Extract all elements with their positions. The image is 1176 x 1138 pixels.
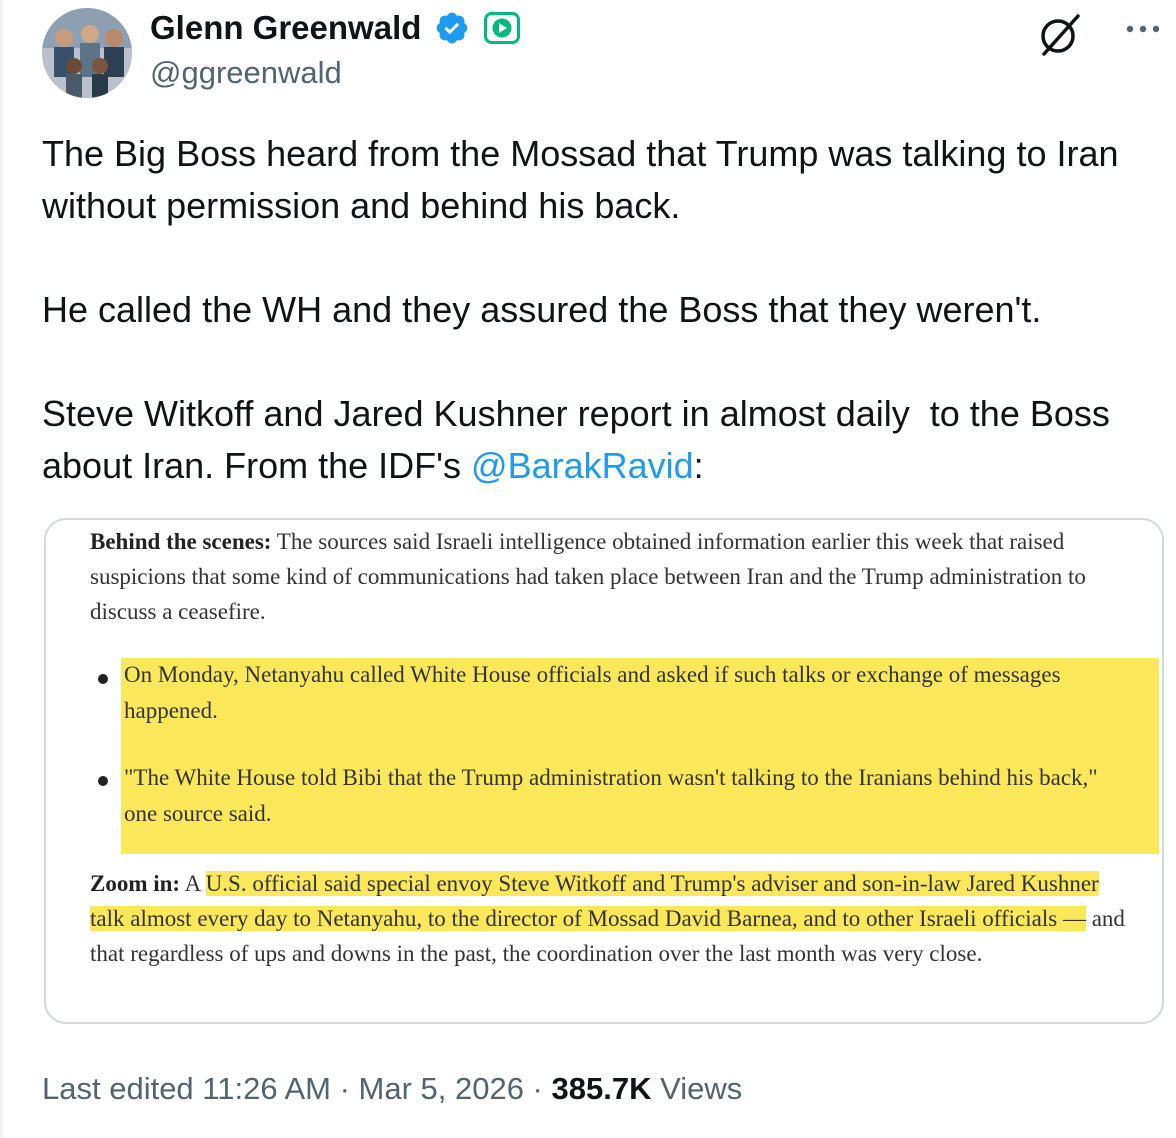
bullet-dot [98, 674, 108, 684]
tweet-paragraph-1: The Big Boss heard from the Mossad that … [42, 133, 1129, 226]
left-border [0, 0, 3, 1138]
verified-badge-icon[interactable] [434, 10, 470, 46]
author-name[interactable]: Glenn Greenwald [150, 8, 421, 48]
tweet-paragraph-2: He called the WH and they assured the Bo… [42, 289, 1042, 330]
tweet-text: The Big Boss heard from the Mossad that … [42, 128, 1152, 492]
lead-label: Behind the scenes: [90, 529, 272, 554]
views-label: Views [651, 1071, 743, 1106]
subscription-badge-icon[interactable] [484, 12, 520, 44]
author-handle[interactable]: @ggreenwald [150, 54, 342, 92]
zoom-prefix: A [180, 871, 206, 896]
edited-timestamp[interactable]: Last edited 11:26 AM · Mar 5, 2026 · [42, 1071, 552, 1106]
bullet-item-2: "The White House told Bibi that the Trum… [124, 765, 1098, 826]
zoom-label: Zoom in: [90, 871, 181, 896]
avatar[interactable] [42, 8, 132, 98]
more-icon[interactable] [1118, 14, 1168, 44]
zoom-paragraph: Zoom in: A U.S. official said special en… [90, 866, 1130, 971]
tweet-paragraph-3-suffix: : [693, 445, 704, 486]
zoom-highlighted-text: U.S. official said special envoy Steve W… [90, 871, 1099, 931]
views-count: 385.7K [551, 1071, 652, 1106]
tweet-metadata: Last edited 11:26 AM · Mar 5, 2026 · 385… [42, 1066, 742, 1112]
article-lead-paragraph: Behind the scenes: The sources said Isra… [90, 524, 1120, 629]
quoted-article-image[interactable]: Behind the scenes: The sources said Isra… [44, 518, 1164, 1024]
grok-icon[interactable] [1036, 10, 1084, 58]
mention-link[interactable]: @BarakRavid [471, 445, 694, 486]
bullet-dot [98, 776, 108, 786]
bullet-item-1: On Monday, Netanyahu called White House … [124, 662, 1061, 723]
